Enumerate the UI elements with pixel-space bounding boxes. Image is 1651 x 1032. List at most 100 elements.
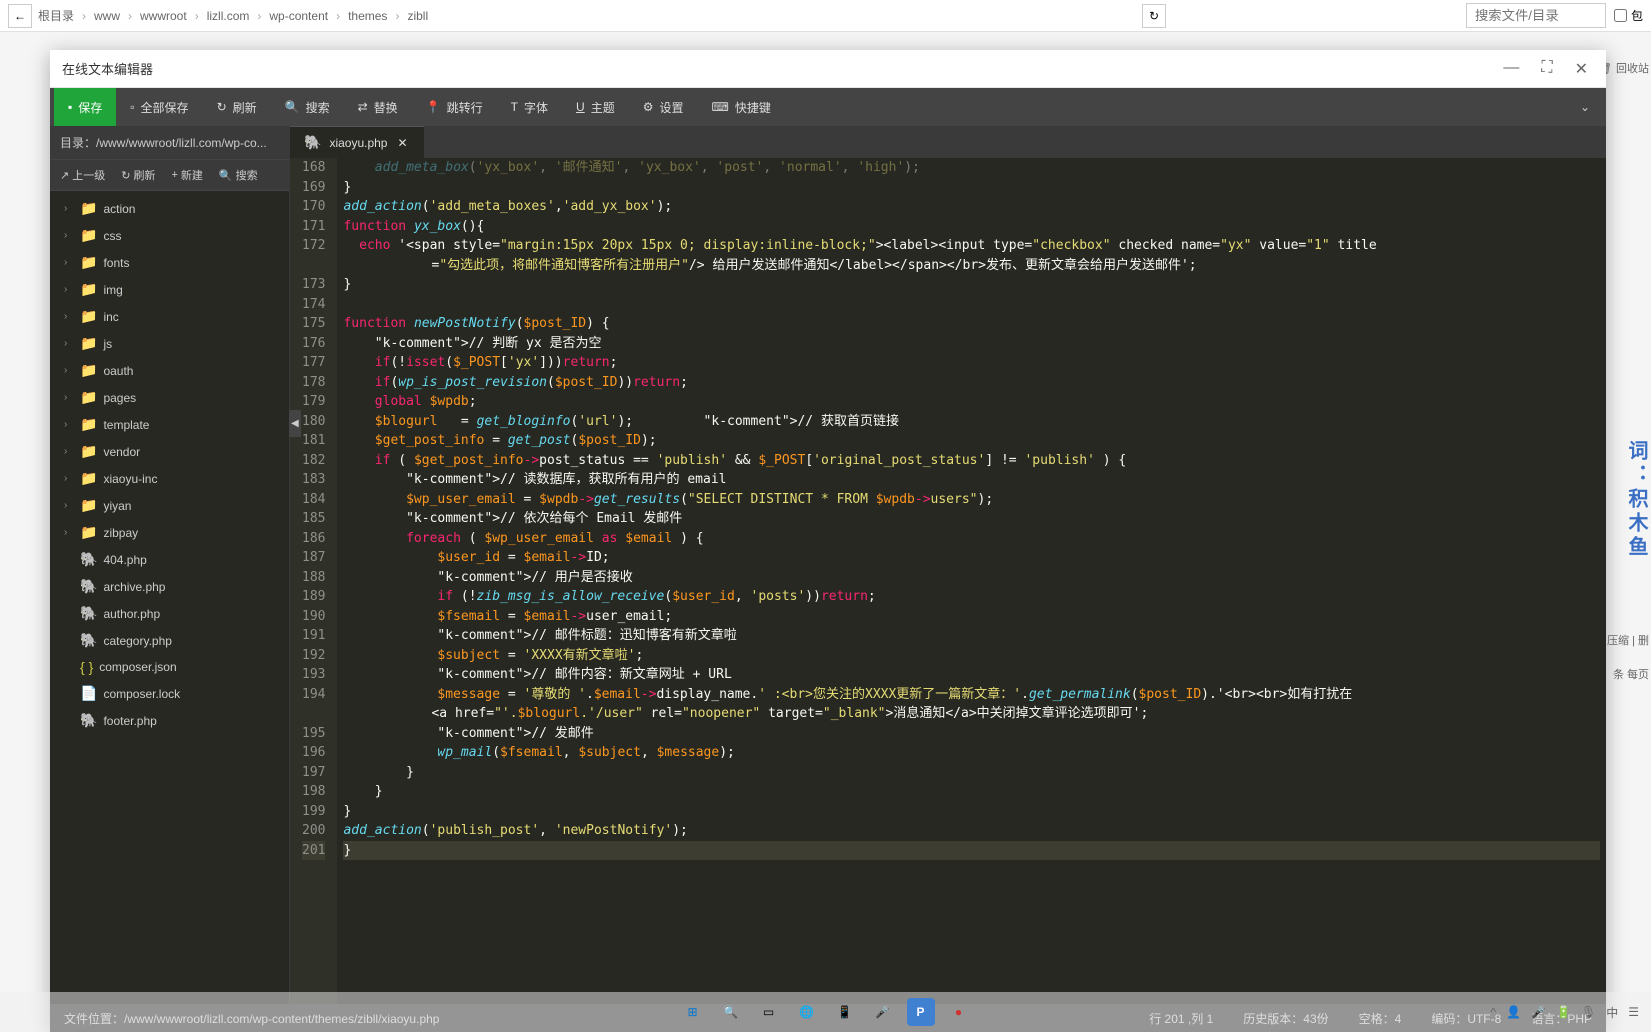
folder-label: yiyan <box>103 499 131 513</box>
mic-button[interactable]: 🎤 <box>869 998 897 1026</box>
folder-item[interactable]: ›📁fonts <box>50 249 289 276</box>
tray-chevron-icon[interactable]: ^ <box>1490 1005 1496 1019</box>
replace-button[interactable]: ⇄替换 <box>344 88 412 126</box>
save-all-button[interactable]: ▫全部保存 <box>116 88 202 126</box>
editor-toolbar: ▪保存 ▫全部保存 ↻刷新 🔍搜索 ⇄替换 📍跳转行 T字体 U主题 ⚙设置 ⌨… <box>50 88 1606 126</box>
tray-user-icon[interactable]: 👤 <box>1506 1005 1521 1019</box>
chevron-right-icon: › <box>64 230 74 241</box>
tray-more-icon[interactable]: ☰ <box>1628 1005 1639 1019</box>
theme-button[interactable]: U主题 <box>562 88 629 126</box>
breadcrumb-item[interactable]: 根目录 <box>38 7 74 24</box>
folder-item[interactable]: ›📁css <box>50 222 289 249</box>
file-item[interactable]: 🐘author.php <box>50 600 289 627</box>
folder-label: fonts <box>103 256 129 270</box>
file-item[interactable]: 🐘archive.php <box>50 573 289 600</box>
folder-item[interactable]: ›📁yiyan <box>50 492 289 519</box>
sidebar-toggle-button[interactable]: ◀ <box>289 410 301 437</box>
chevron-right-icon: › <box>64 338 74 349</box>
nav-back-button[interactable]: ← <box>8 4 32 28</box>
folder-icon: 📁 <box>80 200 97 217</box>
goto-button[interactable]: 📍跳转行 <box>412 88 497 126</box>
folder-label: template <box>103 418 149 432</box>
breadcrumb-item[interactable]: wp-content <box>269 9 328 23</box>
start-button[interactable]: ⊞ <box>679 998 707 1026</box>
save-button[interactable]: ▪保存 <box>54 88 116 126</box>
file-item[interactable]: { }composer.json <box>50 654 289 680</box>
chevron-right-icon: › <box>195 9 199 23</box>
file-item[interactable]: 📄composer.lock <box>50 680 289 707</box>
folder-icon: 📁 <box>80 443 97 460</box>
folder-item[interactable]: ›📁action <box>50 195 289 222</box>
include-label: 包 <box>1631 7 1643 24</box>
up-level-button[interactable]: ↗上一级 <box>56 164 109 186</box>
save-all-icon: ▫ <box>130 100 134 114</box>
tray-battery-icon[interactable]: 🔋 <box>1556 1005 1571 1019</box>
font-button[interactable]: T字体 <box>497 88 562 126</box>
tab-xiaoyu[interactable]: 🐘 xiaoyu.php ✕ <box>290 126 424 158</box>
tray-mic-icon[interactable]: 🎤 <box>1531 1005 1546 1019</box>
sidebar-search-button[interactable]: 🔍搜索 <box>215 164 262 186</box>
app-button-1[interactable]: 📱 <box>831 998 859 1026</box>
breadcrumb-item[interactable]: themes <box>348 9 387 23</box>
search-input[interactable] <box>1466 3 1606 28</box>
folder-item[interactable]: ›📁xiaoyu-inc <box>50 465 289 492</box>
folder-label: inc <box>103 310 118 324</box>
app-p-button[interactable]: P <box>907 998 935 1026</box>
file-icon: 🐘 <box>80 605 97 622</box>
tray-ime-icon[interactable]: 中 <box>1606 1004 1618 1021</box>
folder-item[interactable]: ›📁template <box>50 411 289 438</box>
taskview-button[interactable]: ▭ <box>755 998 783 1026</box>
search-button[interactable]: 🔍搜索 <box>271 88 344 126</box>
toolbar-chevron-icon[interactable]: ⌄ <box>1568 100 1602 114</box>
maximize-button[interactable]: ⛶ <box>1535 59 1558 79</box>
tray-mic2-icon[interactable]: 🎙 <box>1581 1005 1596 1019</box>
refresh-button[interactable]: ↻ <box>1142 4 1166 28</box>
folder-label: pages <box>103 391 136 405</box>
chevron-right-icon: › <box>82 9 86 23</box>
breadcrumb-item[interactable]: www <box>94 9 120 23</box>
gear-icon: ⚙ <box>643 100 654 114</box>
compress-link[interactable]: 压缩 | 删 <box>1607 632 1649 648</box>
folder-item[interactable]: ›📁zibpay <box>50 519 289 546</box>
tab-close-button[interactable]: ✕ <box>395 136 409 150</box>
folder-item[interactable]: ›📁pages <box>50 384 289 411</box>
new-file-button[interactable]: +新建 <box>167 164 206 186</box>
folder-icon: 📁 <box>80 281 97 298</box>
close-button[interactable]: ✕ <box>1569 59 1594 79</box>
file-icon: { } <box>80 659 93 675</box>
folder-item[interactable]: ›📁img <box>50 276 289 303</box>
chrome-button[interactable]: 🌐 <box>793 998 821 1026</box>
refresh-button[interactable]: ↻刷新 <box>203 88 271 126</box>
file-label: composer.lock <box>103 687 180 701</box>
file-item[interactable]: 🐘category.php <box>50 627 289 654</box>
settings-button[interactable]: ⚙设置 <box>629 88 698 126</box>
code-editor[interactable]: 1681691701711721731741751761771781791801… <box>290 158 1606 1004</box>
chevron-right-icon: › <box>128 9 132 23</box>
file-label: 404.php <box>103 553 146 567</box>
folder-item[interactable]: ›📁vendor <box>50 438 289 465</box>
file-tree: ›📁action›📁css›📁fonts›📁img›📁inc›📁js›📁oaut… <box>50 191 289 1004</box>
breadcrumb-bar: ← 根目录›www›wwwroot›lizll.com›wp-content›t… <box>0 0 1651 32</box>
record-button[interactable]: ● <box>945 998 973 1026</box>
folder-icon: 📁 <box>80 254 97 271</box>
breadcrumb-item[interactable]: wwwroot <box>140 9 187 23</box>
breadcrumb-item[interactable]: zibll <box>407 9 428 23</box>
folder-label: css <box>103 229 121 243</box>
folder-item[interactable]: ›📁oauth <box>50 357 289 384</box>
editor-modal: 在线文本编辑器 — ⛶ ✕ ▪保存 ▫全部保存 ↻刷新 🔍搜索 ⇄替换 📍跳转行… <box>50 50 1606 1032</box>
up-arrow-icon: ↗ <box>60 169 69 182</box>
sidebar-refresh-button[interactable]: ↻刷新 <box>117 164 159 186</box>
minimize-button[interactable]: — <box>1497 59 1525 79</box>
search-taskbar-button[interactable]: 🔍 <box>717 998 745 1026</box>
include-checkbox[interactable] <box>1614 9 1627 22</box>
shortcut-button[interactable]: ⌨快捷键 <box>697 88 784 126</box>
file-item[interactable]: 🐘footer.php <box>50 707 289 734</box>
folder-item[interactable]: ›📁inc <box>50 303 289 330</box>
breadcrumb-item[interactable]: lizll.com <box>207 9 250 23</box>
save-icon: ▪ <box>68 100 72 114</box>
folder-item[interactable]: ›📁js <box>50 330 289 357</box>
goto-icon: 📍 <box>426 100 441 114</box>
sidebar-path: 目录：/www/wwwroot/lizll.com/wp-co... <box>50 126 289 160</box>
folder-icon: 📁 <box>80 362 97 379</box>
file-item[interactable]: 🐘404.php <box>50 546 289 573</box>
